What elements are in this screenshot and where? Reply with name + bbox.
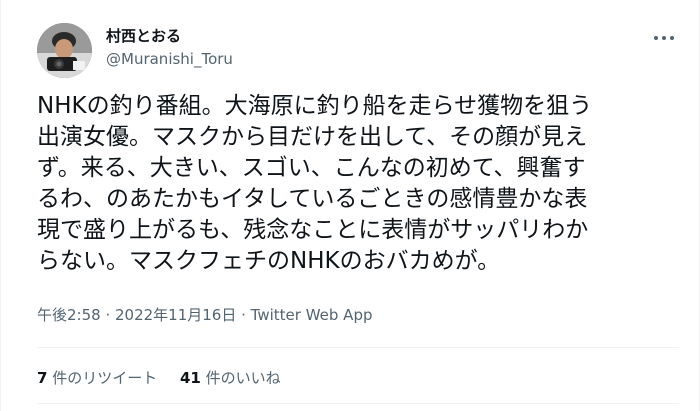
tweet-line: らない。マスクフェチのNHKのおバカめが。: [37, 248, 501, 274]
tweet-date[interactable]: 2022年11月16日: [115, 306, 236, 324]
avatar-photo: [37, 23, 92, 78]
tweet-text: NHKの釣り番組。大海原に釣り船を走らせ獲物を狙う 出演女優。マスクから目だけを出…: [37, 91, 689, 277]
tweet-source-app[interactable]: Twitter Web App: [251, 306, 373, 324]
tweet-line: NHKの釣り番組。大海原に釣り船を走らせ獲物を狙う: [37, 93, 593, 119]
author-handle[interactable]: @Muranishi_Toru: [106, 49, 233, 69]
tweet-header: 村西とおる @Muranishi_Toru: [37, 20, 679, 80]
retweets-count: 7: [37, 369, 48, 387]
likes-count: 41: [180, 369, 201, 387]
tweet-line: 現で盛り上がるも、残念なことに表情がサッパリわか: [37, 217, 589, 243]
tweet-time[interactable]: 午後2:58: [37, 306, 101, 324]
divider: [37, 347, 679, 348]
likes-stat[interactable]: 41 件のいいね: [180, 368, 281, 388]
author-names: 村西とおる @Muranishi_Toru: [106, 26, 233, 69]
tweet-stats: 7 件のリツイート 41 件のいいね: [37, 368, 299, 388]
tweet-card: 村西とおる @Muranishi_Toru NHKの釣り番組。大海原に釣り船を走…: [0, 0, 700, 411]
retweets-label: 件のリツイート: [47, 369, 158, 387]
author-display-name[interactable]: 村西とおる: [106, 26, 233, 46]
meta-separator: ·: [236, 306, 251, 324]
tweet-line: ず。来る、大きい、スゴい、こんなの初めて、興奮す: [37, 155, 586, 181]
likes-label: 件のいいね: [200, 369, 281, 387]
tweet-meta: 午後2:58 · 2022年11月16日 · Twitter Web App: [37, 305, 373, 325]
tweet-line: るわ、のあたかもイタしているごときの感情豊かな表: [37, 186, 588, 212]
avatar[interactable]: [37, 23, 92, 78]
divider: [37, 403, 679, 404]
tweet-line: 出演女優。マスクから目だけを出して、その顔が見え: [37, 124, 588, 150]
meta-separator: ·: [100, 306, 115, 324]
more-horizontal-icon[interactable]: [649, 28, 679, 48]
retweets-stat[interactable]: 7 件のリツイート: [37, 368, 157, 388]
